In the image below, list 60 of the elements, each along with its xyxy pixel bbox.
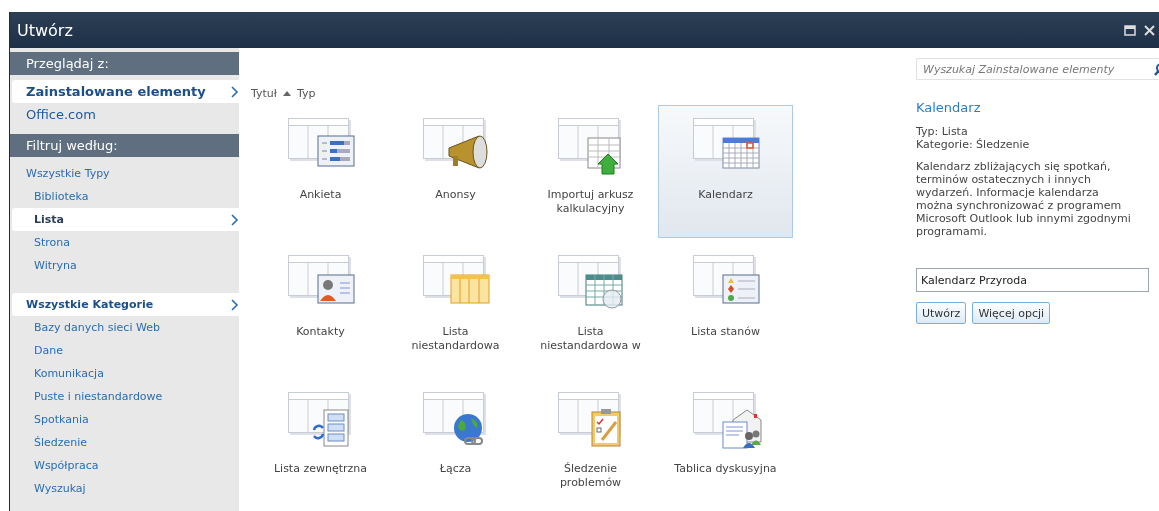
chevron-icon	[230, 85, 239, 98]
template-tile[interactable]: Lista zewnętrzna	[253, 379, 388, 511]
search-field[interactable]: Wyszukaj Zainstalowane elementy	[916, 58, 1159, 80]
section-heading: Filtruj według:	[10, 134, 239, 157]
template-tile[interactable]: Łącza	[388, 379, 523, 511]
action-button[interactable]: Utwórz	[916, 302, 967, 324]
template-tile[interactable]: Kalendarz	[658, 105, 793, 238]
template-tile[interactable]: Lista niestandardowa	[388, 242, 523, 375]
name-field[interactable]: Kalendarz Przyroda	[916, 268, 1149, 292]
template-label: Lista niestandardowa w	[539, 325, 642, 353]
type-text: Typ: Lista	[916, 125, 969, 138]
template-label: Lista stanów	[690, 325, 761, 339]
sort-link[interactable]: Typ	[296, 86, 316, 100]
sidebar-item[interactable]: Dane	[10, 339, 239, 362]
maximize-icon[interactable]	[1124, 24, 1136, 36]
sidebar-item[interactable]: Puste i niestandardowe	[10, 385, 239, 408]
chevron-icon	[230, 213, 239, 226]
sidebar-item[interactable]: Wyszukaj	[10, 477, 239, 500]
template-label: Łącza	[438, 462, 473, 476]
template-label: Lista niestandardowa	[410, 325, 501, 353]
sidebar-item[interactable]: Wszystkie Kategorie	[12, 293, 239, 316]
template-tile[interactable]: Lista niestandardowa w	[523, 242, 658, 375]
template-label: Kontakty	[295, 325, 346, 339]
description-text: Kalendarz zbliżających się spotkań, terminów ostatecznych i innych wydarzeń. Informacje kalendarza można synchronizować z programem Microsoft Outlook lub innymi zgodnymi programami.	[916, 160, 1132, 238]
template-label: Śledzenie problemów	[558, 462, 623, 490]
chevron-icon	[230, 298, 239, 311]
sidebar-item[interactable]: Office.com	[10, 103, 239, 126]
category-text: Kategorie: Śledzenie	[916, 138, 1031, 151]
sidebar-item[interactable]: Spotkania	[10, 408, 239, 431]
sidebar-item[interactable]: Komunikacja	[10, 362, 239, 385]
table-with-envelope-people-icon	[692, 392, 763, 450]
template-tile[interactable]: Lista stanów	[658, 242, 793, 375]
template-tile[interactable]: Importuj arkusz kalkulacyjny	[523, 105, 658, 238]
action-button[interactable]: Więcej opcji	[972, 302, 1051, 324]
sort-link[interactable]: Tytuł	[251, 86, 291, 100]
sidebar-item[interactable]: Biblioteka	[10, 185, 239, 208]
sidebar-item[interactable]: Lista	[12, 208, 239, 231]
template-label: Lista zewnętrzna	[272, 462, 369, 476]
template-label: Ankieta	[298, 188, 343, 202]
sort-ascending-icon	[282, 90, 291, 96]
close-icon[interactable]	[1144, 24, 1155, 36]
sidebar-item[interactable]: Śledzenie	[10, 431, 239, 454]
sidebar-item[interactable]: Bazy danych sieci Web	[10, 316, 239, 339]
sidebar-item[interactable]: Strona	[10, 231, 239, 254]
template-tile[interactable]: Tablica dyskusyjna	[658, 379, 793, 511]
template-label: Tablica dyskusyjna	[673, 462, 778, 476]
template-tile[interactable]: Anonsy	[388, 105, 523, 238]
template-tile[interactable]: Ankieta	[253, 105, 388, 238]
window-title: Utwórz	[17, 20, 74, 40]
template-tile[interactable]: Śledzenie problemów	[523, 379, 658, 511]
sidebar-item[interactable]: Zainstalowane elementy	[12, 80, 239, 103]
section-heading: Przeglądaj z:	[10, 52, 239, 75]
template-label: Kalendarz	[697, 188, 754, 202]
template-title: Kalendarz	[916, 100, 982, 115]
sidebar-item[interactable]: Witryna	[10, 254, 239, 277]
sidebar-item[interactable]: Współpraca	[10, 454, 239, 477]
template-label: Importuj arkusz kalkulacyjny	[546, 188, 635, 216]
template-tile[interactable]: Kontakty	[253, 242, 388, 375]
template-label: Anonsy	[434, 188, 477, 202]
sidebar-item[interactable]: Wszystkie Typy	[10, 162, 239, 185]
